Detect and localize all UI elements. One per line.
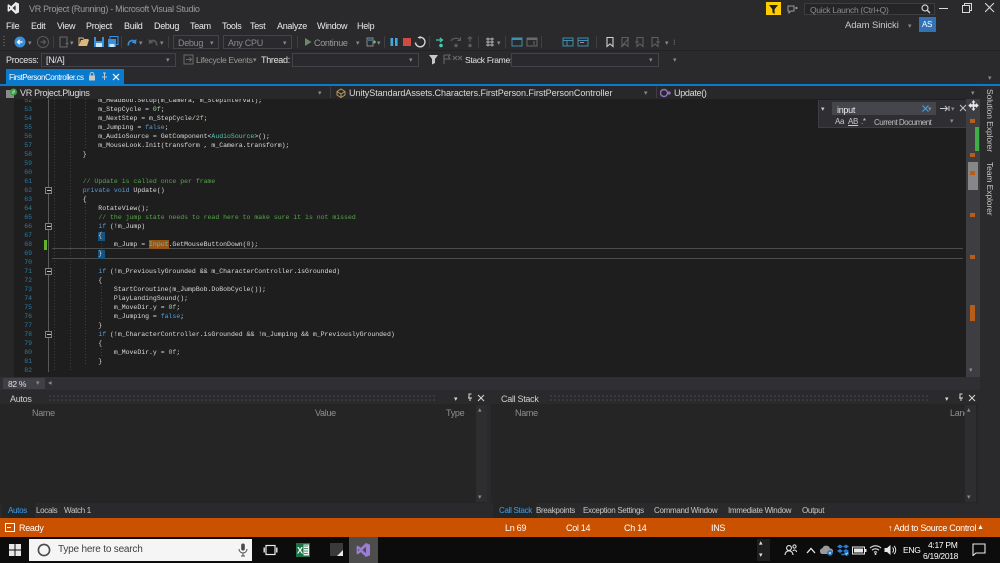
svg-text:#: # (12, 90, 15, 96)
svg-text:X: X (297, 546, 303, 556)
